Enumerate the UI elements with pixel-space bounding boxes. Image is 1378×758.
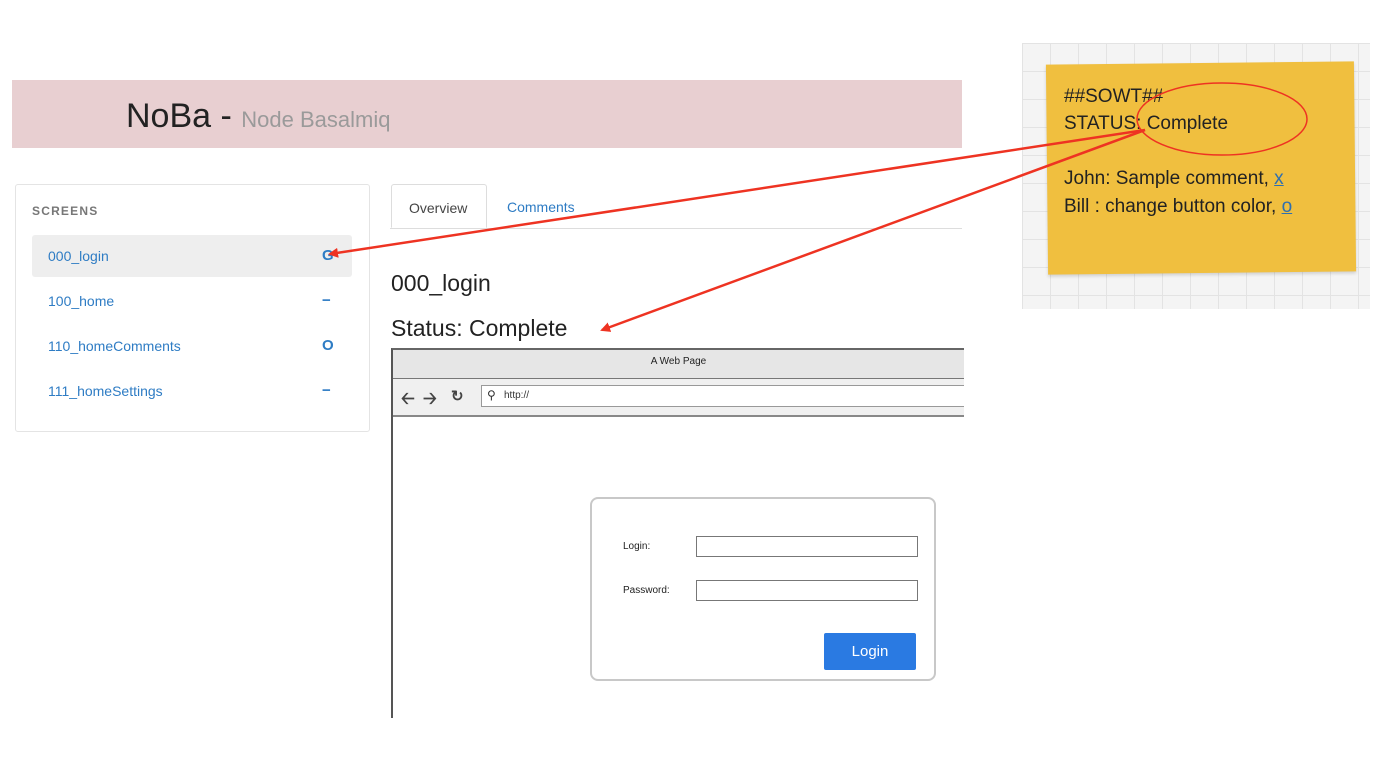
arrow-to-status-text xyxy=(600,128,1146,332)
status-highlight-ellipse xyxy=(1136,82,1308,156)
arrow-to-sidebar-status xyxy=(328,128,1146,258)
annotation-overlay xyxy=(328,82,1308,332)
